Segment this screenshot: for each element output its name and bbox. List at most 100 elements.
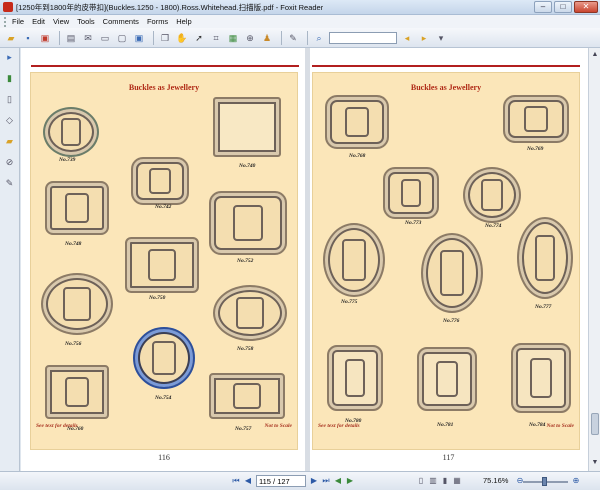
- label-742: No.742: [155, 204, 172, 210]
- scrollbar-thumb[interactable]: [591, 413, 599, 435]
- zoom-icon[interactable]: ⊕: [243, 31, 257, 45]
- buckle-754: [133, 327, 195, 389]
- layers-icon[interactable]: ◇: [4, 114, 16, 126]
- label-774: No.774: [485, 223, 502, 229]
- search-prev-icon[interactable]: ◂: [400, 31, 414, 45]
- pdf-page-right: Buckles as Jewellery No.768 No.769 No.77…: [310, 48, 587, 471]
- minimize-button[interactable]: –: [534, 1, 552, 13]
- continuous-icon[interactable]: ▥: [427, 475, 439, 487]
- find-icon[interactable]: ⌕: [312, 31, 326, 45]
- label-769: No.769: [527, 146, 544, 152]
- footer-scale-left: Not to Scale: [264, 423, 293, 429]
- comments-icon[interactable]: ▰: [4, 135, 16, 147]
- pages-icon[interactable]: ▯: [4, 93, 16, 105]
- zoom-in-icon[interactable]: ⊕: [570, 475, 582, 487]
- label-757: No.757: [235, 426, 252, 432]
- save-icon[interactable]: ▪: [21, 31, 35, 45]
- buckle-774: [463, 167, 521, 223]
- footer-scale-right: Not to Scale: [546, 423, 575, 429]
- label-781: No.781: [437, 422, 454, 428]
- buckle-760: [45, 365, 109, 419]
- menu-comments[interactable]: Comments: [103, 17, 139, 26]
- label-776: No.776: [443, 318, 460, 324]
- document-viewport[interactable]: Buckles as Jewellery No.739 No.740 No.74…: [21, 48, 588, 471]
- label-754: No.754: [155, 395, 172, 401]
- plate-left: Buckles as Jewellery No.739 No.740 No.74…: [30, 72, 298, 450]
- scroll-up-icon[interactable]: ▲: [590, 50, 600, 60]
- menu-forms[interactable]: Forms: [147, 17, 168, 26]
- email-icon[interactable]: ✉: [81, 31, 95, 45]
- print-icon[interactable]: ▤: [64, 31, 78, 45]
- close-button[interactable]: ✕: [574, 1, 598, 13]
- window-icon[interactable]: ▢: [115, 31, 129, 45]
- toolbar-separator: [153, 30, 154, 45]
- toolbar-separator: [59, 30, 60, 45]
- vertical-scrollbar[interactable]: ▲ ▼: [588, 48, 600, 471]
- last-page-icon[interactable]: ⏭: [320, 475, 332, 487]
- previous-page-icon[interactable]: ◀: [242, 475, 254, 487]
- footer-note-right: See text for details: [318, 423, 360, 429]
- page-rule: [31, 65, 299, 67]
- buckle-780: [327, 345, 383, 411]
- stamp-icon[interactable]: ♟: [260, 31, 274, 45]
- buckle-750: [125, 237, 199, 293]
- footer-note-left: See text for details: [36, 423, 78, 429]
- select-icon[interactable]: ➚: [192, 31, 206, 45]
- page-number-right: 117: [442, 453, 455, 462]
- expand-panel-icon[interactable]: ▸: [4, 51, 16, 63]
- search-next-icon[interactable]: ▸: [417, 31, 431, 45]
- hand-icon[interactable]: ✋: [175, 31, 189, 45]
- open-icon[interactable]: ▰: [4, 31, 18, 45]
- menu-help[interactable]: Help: [176, 17, 191, 26]
- foxit-app-icon[interactable]: [3, 2, 13, 12]
- label-752: No.752: [237, 258, 254, 264]
- buckle-740: [213, 97, 281, 157]
- title-bar: [1250年到1800年的皮带扣](Buckles.1250 - 1800).R…: [0, 0, 600, 15]
- page-number-input[interactable]: [256, 475, 306, 487]
- continuous-facing-icon[interactable]: ▦: [451, 475, 463, 487]
- plate-heading: Buckles as Jewellery: [128, 83, 200, 92]
- label-758: No.758: [237, 346, 254, 352]
- forward-icon[interactable]: ▶: [344, 475, 356, 487]
- search-input[interactable]: [329, 31, 397, 44]
- navigation-panel: ▸ ▮ ▯ ◇ ▰ ⊘ ✎: [0, 48, 20, 471]
- scroll-down-icon[interactable]: ▼: [590, 458, 600, 468]
- menu-view[interactable]: View: [53, 17, 69, 26]
- buckle-784: [511, 343, 571, 413]
- menu-tools[interactable]: Tools: [77, 17, 95, 26]
- zoom-slider-handle[interactable]: [542, 477, 547, 486]
- fit-icon[interactable]: ▭: [98, 31, 112, 45]
- buckle-752: [209, 191, 287, 255]
- menu-edit[interactable]: Edit: [32, 17, 45, 26]
- label-748: No.748: [65, 241, 82, 247]
- snapshot-icon[interactable]: ⌗: [209, 31, 223, 45]
- screen-icon[interactable]: ▣: [132, 31, 146, 45]
- label-775: No.775: [341, 299, 358, 305]
- maximize-button[interactable]: □: [554, 1, 572, 13]
- single-page-icon[interactable]: ▯: [415, 475, 427, 487]
- toolbar-separator: [281, 30, 282, 45]
- buckle-757: [209, 373, 285, 419]
- menu-bar: File Edit View Tools Comments Forms Help: [0, 15, 600, 28]
- image-icon[interactable]: ▦: [226, 31, 240, 45]
- typewriter-icon[interactable]: ✎: [286, 31, 300, 45]
- pdf-icon[interactable]: ▣: [38, 31, 52, 45]
- buckle-781: [417, 347, 477, 411]
- menu-file[interactable]: File: [12, 17, 24, 26]
- zoom-level[interactable]: 75.16%: [483, 476, 508, 485]
- toolbar: ▰ ▪ ▣ ▤ ✉ ▭ ▢ ▣ ❐ ✋ ➚ ⌗ ▦ ⊕ ♟ ✎ ⌕ ◂ ▸ ▾: [0, 28, 600, 48]
- window-title: [1250年到1800年的皮带扣](Buckles.1250 - 1800).R…: [16, 2, 324, 12]
- copy-icon[interactable]: ❐: [158, 31, 172, 45]
- label-773: No.773: [405, 220, 422, 226]
- signatures-icon[interactable]: ✎: [4, 177, 16, 189]
- label-756: No.756: [65, 341, 82, 347]
- attachments-icon[interactable]: ⊘: [4, 156, 16, 168]
- first-page-icon[interactable]: ⏮: [230, 475, 242, 487]
- next-page-icon[interactable]: ▶: [308, 475, 320, 487]
- buckle-776: [421, 233, 483, 313]
- plate-heading: Buckles as Jewellery: [410, 83, 482, 92]
- search-options-icon[interactable]: ▾: [434, 31, 448, 45]
- back-icon[interactable]: ◀: [332, 475, 344, 487]
- bookmark-icon[interactable]: ▮: [4, 72, 16, 84]
- facing-icon[interactable]: ▮: [439, 475, 451, 487]
